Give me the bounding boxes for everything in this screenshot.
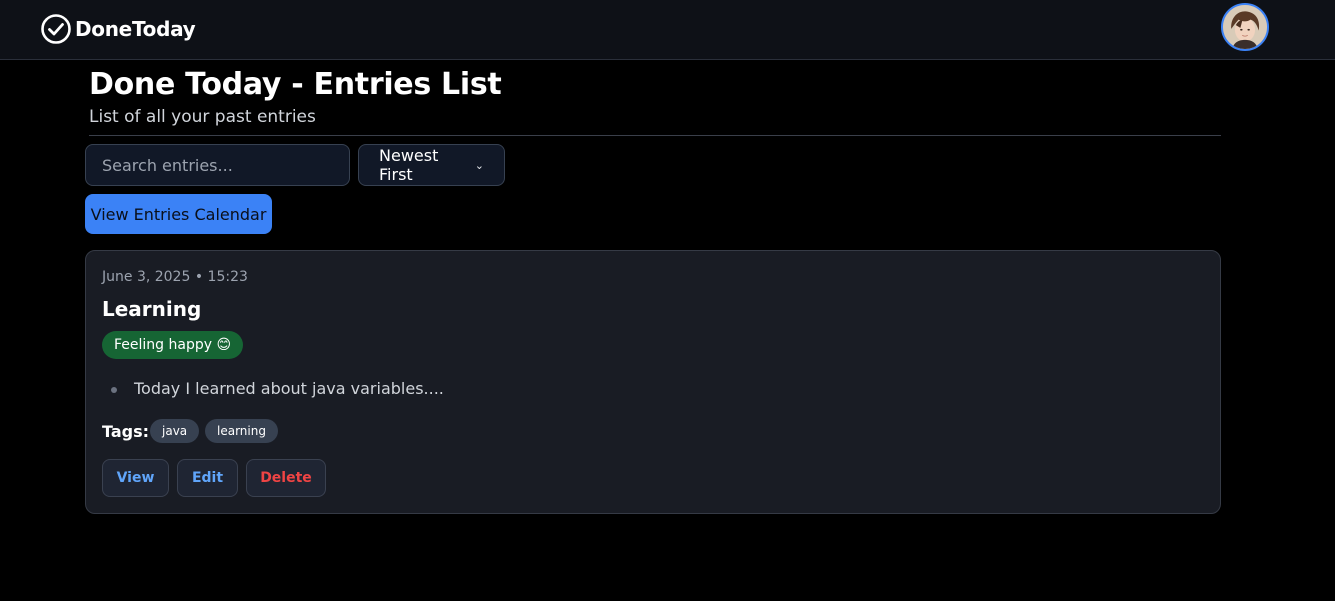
- page-subtitle: List of all your past entries: [89, 107, 316, 127]
- tags-label: Tags:: [102, 422, 150, 441]
- brand-logo[interactable]: DoneToday: [40, 13, 196, 45]
- entry-title: Learning: [102, 297, 202, 321]
- entry-text: Today I learned about java variables....: [134, 379, 444, 398]
- chevron-down-icon: ⌄: [474, 158, 484, 172]
- sort-selected-label: Newest First: [379, 146, 439, 184]
- entry-card: June 3, 2025 • 15:23 Learning Feeling ha…: [85, 250, 1221, 514]
- brand-name: DoneToday: [75, 17, 196, 41]
- page-title: Done Today - Entries List: [89, 67, 502, 102]
- sort-order-select[interactable]: Newest First ⌄: [358, 144, 505, 186]
- header-divider: [89, 135, 1221, 136]
- top-navbar: DoneToday: [0, 0, 1335, 60]
- user-avatar[interactable]: [1221, 3, 1269, 51]
- bullet-icon: [111, 387, 117, 393]
- edit-entry-button[interactable]: Edit: [177, 459, 238, 497]
- tag-java[interactable]: java: [150, 419, 200, 443]
- delete-entry-button[interactable]: Delete: [246, 459, 326, 497]
- mood-badge: Feeling happy 😊: [102, 331, 244, 359]
- entry-date: June 3, 2025 • 15:23: [102, 269, 248, 285]
- check-circle-icon: [41, 14, 71, 44]
- tag-learning[interactable]: learning: [205, 419, 278, 443]
- avatar-image: [1223, 5, 1267, 49]
- view-calendar-button[interactable]: View Entries Calendar: [85, 194, 272, 234]
- view-entry-button[interactable]: View: [102, 459, 169, 497]
- search-input[interactable]: [85, 144, 350, 186]
